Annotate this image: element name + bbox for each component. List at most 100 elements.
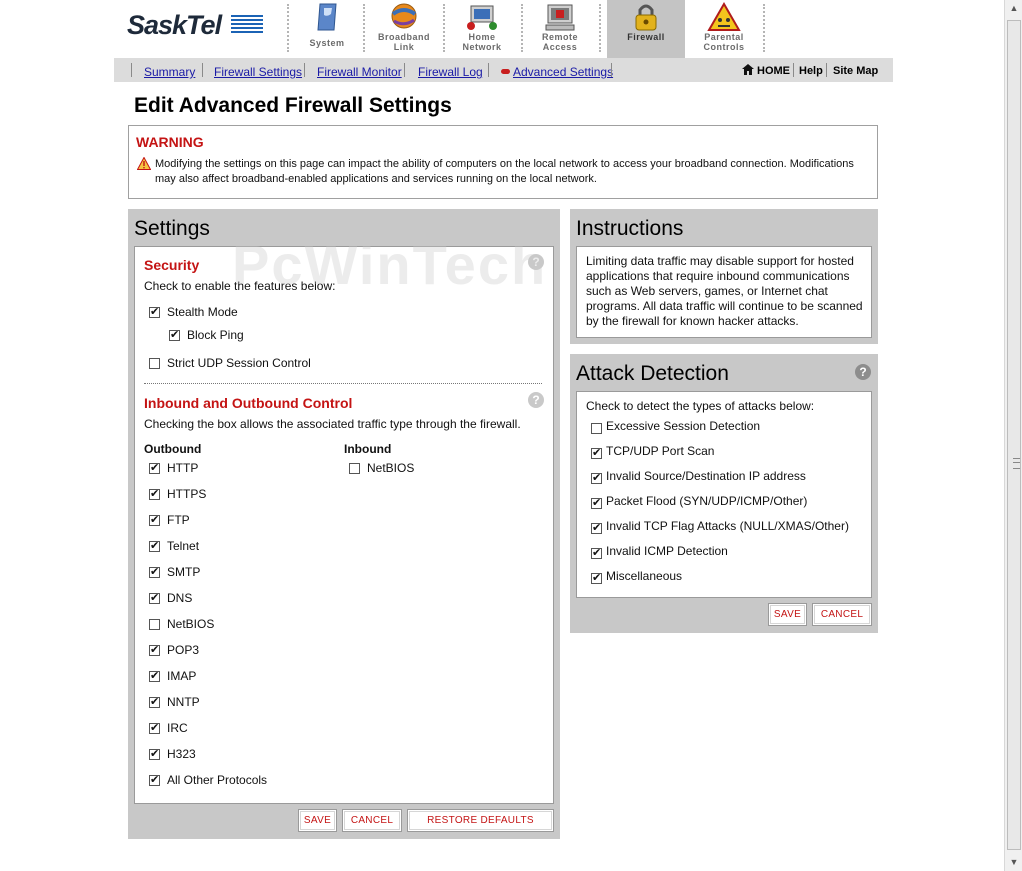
outbound-imap-label: IMAP <box>167 669 197 683</box>
settings-heading: Settings <box>134 217 210 240</box>
help-icon[interactable]: ? <box>528 254 544 270</box>
block-ping-label: Block Ping <box>187 328 244 342</box>
strict-udp-label: Strict UDP Session Control <box>167 356 311 370</box>
attack-cancel-button[interactable]: CANCEL <box>812 603 872 626</box>
packet-flood-label: Packet Flood (SYN/UDP/ICMP/Other) <box>606 494 808 508</box>
sub-navigation: Summary Firewall Settings Firewall Monit… <box>114 58 893 82</box>
nav-tab-label: Parental <box>704 32 744 42</box>
page-title: Edit Advanced Firewall Settings <box>134 94 452 117</box>
nav-separator <box>763 4 765 52</box>
attack-detection-intro: Check to detect the types of attacks bel… <box>586 399 815 413</box>
attack-detection-panel: Attack Detection ? Check to detect the t… <box>570 354 878 633</box>
outbound-telnet-checkbox[interactable]: ✔ <box>149 541 160 552</box>
port-scan-checkbox[interactable]: ✔ <box>591 448 602 459</box>
outbound-irc-checkbox[interactable]: ✔ <box>149 723 160 734</box>
stealth-mode-checkbox[interactable]: ✔ <box>149 307 160 318</box>
help-icon[interactable]: ? <box>528 392 544 408</box>
invalid-tcp-flag-checkbox[interactable]: ✔ <box>591 523 602 534</box>
logo-mark-icon <box>231 15 263 37</box>
inbound-header: Inbound <box>344 442 392 456</box>
subnav-separator <box>611 63 612 77</box>
nav-tab-parental-controls[interactable]: Parental Controls <box>687 0 761 55</box>
scrollbar-thumb[interactable] <box>1007 20 1021 850</box>
settings-save-button[interactable]: SAVE <box>298 809 337 832</box>
outbound-pop3-label: POP3 <box>167 643 200 657</box>
subnav-separator <box>826 63 827 77</box>
sasktel-logo[interactable]: SaskTel <box>127 10 222 41</box>
strict-udp-checkbox[interactable] <box>149 358 160 369</box>
section-divider <box>144 383 542 384</box>
attack-detection-heading: Attack Detection <box>576 362 729 385</box>
miscellaneous-checkbox[interactable]: ✔ <box>591 573 602 584</box>
stealth-mode-label: Stealth Mode <box>167 305 238 319</box>
outbound-all-other-checkbox[interactable]: ✔ <box>149 775 160 786</box>
settings-content: Security ? Check to enable the features … <box>134 246 554 804</box>
nav-tab-system[interactable]: System <box>290 0 364 55</box>
outbound-smtp-label: SMTP <box>167 565 201 579</box>
outbound-https-checkbox[interactable]: ✔ <box>149 489 160 500</box>
outbound-pop3-checkbox[interactable]: ✔ <box>149 645 160 656</box>
nav-tab-firewall[interactable]: Firewall <box>607 0 685 58</box>
help-icon[interactable]: ? <box>855 364 871 380</box>
security-intro: Check to enable the features below: <box>144 279 336 293</box>
settings-cancel-button[interactable]: CANCEL <box>342 809 402 832</box>
attack-save-button[interactable]: SAVE <box>768 603 807 626</box>
invalid-icmp-checkbox[interactable]: ✔ <box>591 548 602 559</box>
outbound-irc-label: IRC <box>167 721 188 735</box>
scroll-down-arrow-icon[interactable]: ▼ <box>1005 854 1022 871</box>
outbound-netbios-checkbox[interactable] <box>149 619 160 630</box>
instructions-panel: Instructions Limiting data traffic may d… <box>570 209 878 344</box>
excessive-session-label: Excessive Session Detection <box>606 419 761 433</box>
subnav-separator <box>131 63 132 77</box>
outbound-http-label: HTTP <box>167 461 199 475</box>
scroll-up-arrow-icon[interactable]: ▲ <box>1005 0 1022 17</box>
settings-panel: Settings Security ? Check to enable the … <box>128 209 560 839</box>
nav-tab-label: Remote <box>541 32 578 42</box>
outbound-telnet-label: Telnet <box>167 539 200 553</box>
nav-tab-broadband-link[interactable]: Broadband Link <box>367 0 441 55</box>
outbound-all-other-label: All Other Protocols <box>167 773 268 787</box>
outbound-ftp-checkbox[interactable]: ✔ <box>149 515 160 526</box>
subnav-separator <box>404 63 405 77</box>
instructions-content: Limiting data traffic may disable suppor… <box>576 246 872 338</box>
outbound-h323-checkbox[interactable]: ✔ <box>149 749 160 760</box>
outbound-nntp-checkbox[interactable]: ✔ <box>149 697 160 708</box>
attack-detection-content: Check to detect the types of attacks bel… <box>576 391 872 598</box>
restore-defaults-button[interactable]: RESTORE DEFAULTS <box>407 809 554 832</box>
vertical-scrollbar[interactable]: ▲ ▼ <box>1004 0 1022 871</box>
subnav-separator <box>202 63 203 77</box>
site-map-link[interactable]: Site Map <box>833 65 878 77</box>
outbound-ftp-label: FTP <box>167 513 190 527</box>
outbound-http-checkbox[interactable]: ✔ <box>149 463 160 474</box>
outbound-nntp-label: NNTP <box>167 695 200 709</box>
outbound-imap-checkbox[interactable]: ✔ <box>149 671 160 682</box>
help-link[interactable]: Help <box>799 65 823 77</box>
nav-separator <box>599 4 601 52</box>
browser-page: SaskTel System Broadband Link Home Netwo… <box>0 0 1004 871</box>
invalid-ip-checkbox[interactable]: ✔ <box>591 473 602 484</box>
inbound-netbios-checkbox[interactable] <box>349 463 360 474</box>
current-page-marker-icon <box>501 69 510 74</box>
invalid-ip-label: Invalid Source/Destination IP address <box>606 469 806 483</box>
nav-tab-home-network[interactable]: Home Network <box>445 0 519 55</box>
block-ping-checkbox[interactable]: ✔ <box>169 330 180 341</box>
subnav-firewall-settings-link[interactable]: Firewall Settings <box>214 65 302 79</box>
outbound-dns-label: DNS <box>167 591 193 605</box>
computer-icon <box>545 4 575 31</box>
subnav-firewall-monitor-link[interactable]: Firewall Monitor <box>317 65 402 79</box>
subnav-summary-link[interactable]: Summary <box>144 65 195 79</box>
invalid-icmp-label: Invalid ICMP Detection <box>606 544 728 558</box>
outbound-https-label: HTTPS <box>167 487 207 501</box>
subnav-separator <box>304 63 305 77</box>
nav-tab-remote-access[interactable]: Remote Access <box>523 0 597 55</box>
outbound-smtp-checkbox[interactable]: ✔ <box>149 567 160 578</box>
port-scan-label: TCP/UDP Port Scan <box>606 444 715 458</box>
excessive-session-checkbox[interactable] <box>591 423 602 434</box>
outbound-dns-checkbox[interactable]: ✔ <box>149 593 160 604</box>
home-link[interactable]: HOME <box>757 65 790 77</box>
nav-tab-label: Controls <box>703 42 745 52</box>
subnav-firewall-log-link[interactable]: Firewall Log <box>418 65 483 79</box>
system-icon <box>317 3 337 31</box>
packet-flood-checkbox[interactable]: ✔ <box>591 498 602 509</box>
subnav-advanced-settings-link[interactable]: Advanced Settings <box>513 65 613 79</box>
